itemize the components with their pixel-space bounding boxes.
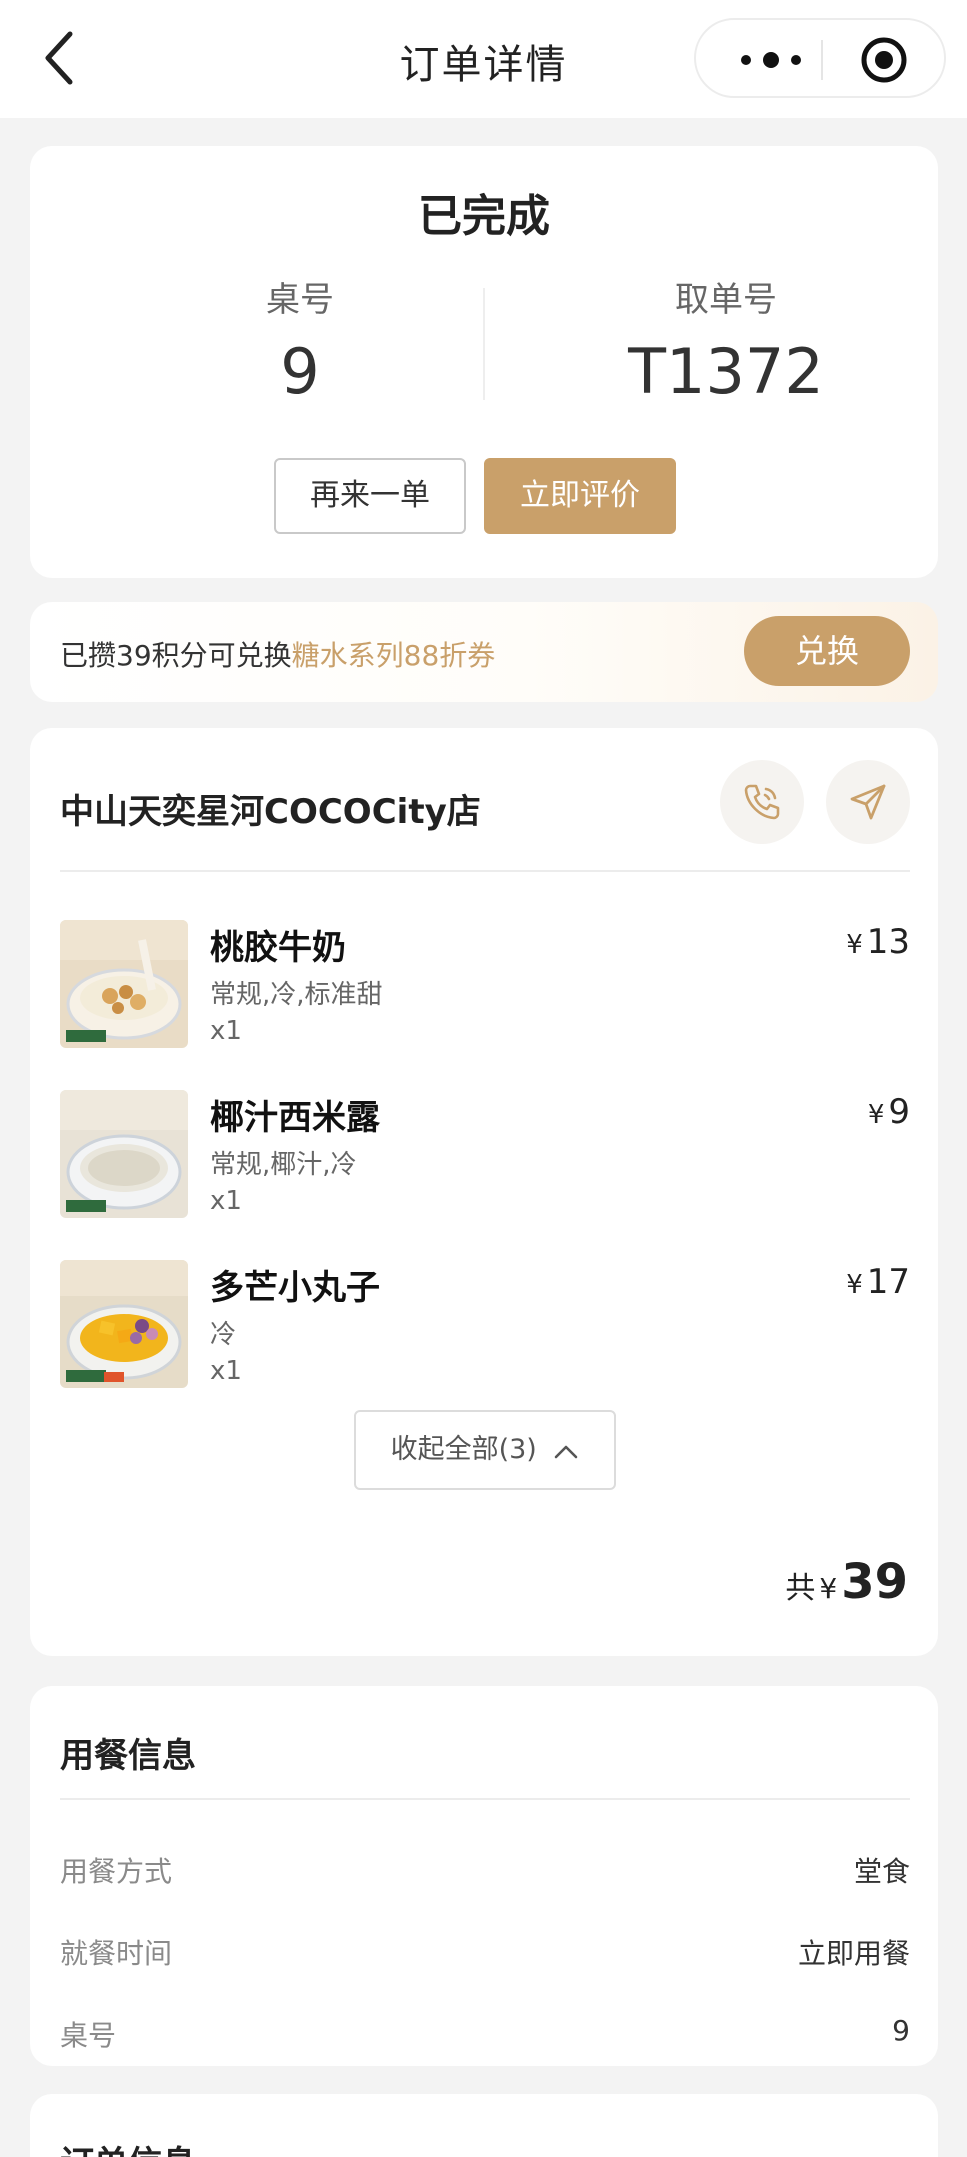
pickup-number-label: 取单号 xyxy=(675,280,777,320)
order-total: 共 ¥39 xyxy=(785,1554,908,1610)
navigation-icon xyxy=(850,784,886,820)
currency-symbol: ¥ xyxy=(867,1100,885,1130)
dining-info-card: 用餐信息 用餐方式 堂食 就餐时间 立即用餐 桌号 9 xyxy=(30,1686,938,2066)
item-image xyxy=(60,920,188,1048)
item-price: ¥13 xyxy=(846,922,910,962)
table-number-value: 9 xyxy=(280,335,320,408)
reorder-button[interactable]: 再来一单 xyxy=(274,458,466,534)
mini-program-capsule xyxy=(694,18,946,98)
dining-divider xyxy=(60,1798,910,1800)
item-name: 椰汁西米露 xyxy=(210,1098,380,1138)
review-button[interactable]: 立即评价 xyxy=(484,458,676,534)
currency-symbol: ¥ xyxy=(819,1572,838,1605)
item-quantity: x1 xyxy=(210,1186,242,1216)
currency-symbol: ¥ xyxy=(846,930,863,960)
item-quantity: x1 xyxy=(210,1016,242,1046)
collapse-all-button[interactable]: 收起全部(3) xyxy=(354,1410,616,1490)
order-info-card: 订单信息 xyxy=(30,2094,938,2157)
store-name: 中山天奕星河COCOCity店 xyxy=(60,792,481,832)
points-banner: 已攒39积分可兑换糖水系列88折券 兑换 xyxy=(30,602,938,702)
dining-row-value: 9 xyxy=(892,2014,910,2047)
pickup-number-value: T1372 xyxy=(628,335,824,408)
dining-row-key: 用餐方式 xyxy=(60,1855,173,1888)
item-image xyxy=(60,1090,188,1218)
item-name: 多芒小丸子 xyxy=(210,1268,380,1308)
dining-row-value: 堂食 xyxy=(853,1855,910,1888)
total-amount: 39 xyxy=(841,1554,908,1610)
table-number-block: 桌号 9 xyxy=(150,272,450,408)
item-price-value: 17 xyxy=(866,1262,910,1302)
dining-row: 就餐时间 立即用餐 xyxy=(60,1932,910,1972)
item-price-value: 9 xyxy=(888,1092,910,1132)
item-spec: 常规,冷,标准甜 xyxy=(210,980,383,1010)
order-items-card: 中山天奕星河COCOCity店 桃胶牛奶 常规,冷,标准甜 x1 ¥ 13 椰汁… xyxy=(30,728,938,1656)
collapse-all-label: 收起全部(3) xyxy=(390,1434,537,1465)
currency-symbol: ¥ xyxy=(846,1270,863,1300)
order-status-card: 已完成 桌号 9 取单号 T1372 再来一单 立即评价 xyxy=(30,146,938,578)
dining-info-title: 用餐信息 xyxy=(60,1736,196,1776)
pickup-number-block: 取单号 T1372 xyxy=(576,272,876,408)
points-text: 已攒39积分可兑换糖水系列88折券 xyxy=(60,634,495,674)
order-item: 椰汁西米露 常规,椰汁,冷 x1 ¥9 xyxy=(60,1090,910,1220)
order-info-title: 订单信息 xyxy=(60,2136,196,2157)
item-name: 桃胶牛奶 xyxy=(210,928,346,968)
item-spec: 常规,椰汁,冷 xyxy=(210,1150,357,1180)
item-price: ¥17 xyxy=(846,1262,910,1302)
chevron-up-icon xyxy=(555,1445,578,1458)
more-icon[interactable] xyxy=(736,46,806,74)
navbar: 订单详情 xyxy=(0,0,967,118)
item-quantity: x1 xyxy=(210,1356,242,1386)
phone-icon xyxy=(744,784,780,820)
order-item: 多芒小丸子 冷 x1 ¥17 xyxy=(60,1260,910,1390)
item-image xyxy=(60,1260,188,1388)
exchange-button[interactable]: 兑换 xyxy=(744,616,910,686)
close-miniprogram-icon[interactable] xyxy=(860,36,908,84)
navigate-store-button[interactable] xyxy=(826,760,910,844)
capsule-divider xyxy=(821,40,823,80)
dining-row-key: 就餐时间 xyxy=(60,1937,173,1970)
dining-row-key: 桌号 xyxy=(60,2019,117,2052)
order-status: 已完成 xyxy=(418,191,550,242)
dining-row: 桌号 9 xyxy=(60,2014,910,2054)
item-spec: 冷 xyxy=(210,1320,237,1350)
item-price-value: 13 xyxy=(866,922,910,962)
order-divider xyxy=(60,870,910,872)
item-price: ¥9 xyxy=(868,1092,910,1132)
table-number-label: 桌号 xyxy=(266,280,334,320)
order-item: 桃胶牛奶 常规,冷,标准甜 x1 ¥13 xyxy=(60,920,910,1050)
dining-row: 用餐方式 堂食 xyxy=(60,1850,910,1890)
total-label: 共 xyxy=(785,1571,816,1606)
points-coupon-name: 糖水系列88折券 xyxy=(291,639,496,672)
points-text-prefix: 已攒39积分可兑换 xyxy=(60,639,292,672)
dining-row-value: 立即用餐 xyxy=(797,1937,910,1970)
status-divider xyxy=(483,288,485,400)
call-store-button[interactable] xyxy=(720,760,804,844)
